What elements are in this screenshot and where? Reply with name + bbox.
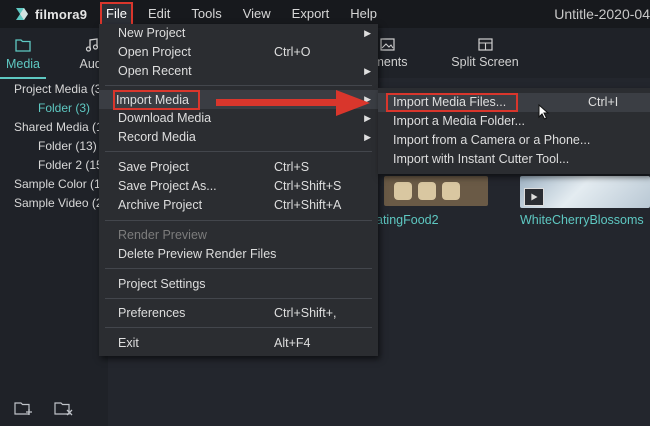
thumbnail-eating-food[interactable]: [384, 176, 488, 206]
music-note-icon: [85, 38, 99, 52]
menu-item-record-media[interactable]: Record Media ▶: [99, 128, 378, 147]
file-menu-dropdown: New Project ▶ Open Project Ctrl+O Open R…: [99, 24, 378, 356]
mouse-cursor-icon: [538, 104, 550, 120]
tree-item-sample-video[interactable]: Sample Video (2: [14, 194, 103, 213]
new-folder-icon[interactable]: [14, 400, 34, 416]
menu-item-label: Archive Project: [118, 198, 203, 212]
menu-file[interactable]: File: [100, 2, 133, 26]
menu-separator: [105, 151, 372, 152]
menu-item-delete-preview-render-files[interactable]: Delete Preview Render Files: [99, 245, 378, 264]
menu-item-open-project[interactable]: Open Project Ctrl+O: [99, 43, 378, 62]
menu-item-save-project-as[interactable]: Save Project As... Ctrl+Shift+S: [99, 177, 378, 196]
tree-item-folder-2[interactable]: Folder 2 (15: [14, 156, 103, 175]
menu-item-shortcut: Ctrl+Shift+,: [274, 306, 337, 320]
food-frame: [442, 182, 460, 200]
split-screen-icon: [477, 38, 493, 51]
menu-item-label: Render Preview: [118, 228, 207, 242]
tree-item-sample-color[interactable]: Sample Color (1: [14, 175, 103, 194]
menu-item-label: Save Project As...: [118, 179, 217, 193]
menu-item-label: Import with Instant Cutter Tool...: [393, 152, 570, 166]
tab-split-screen[interactable]: Split Screen: [450, 38, 520, 69]
folder-icon: [15, 39, 31, 52]
menu-item-label: Import from a Camera or a Phone...: [393, 133, 591, 147]
menu-item-label: Delete Preview Render Files: [118, 247, 277, 261]
thumbnail-label: WhiteCherryBlossoms: [520, 213, 644, 227]
submenu-arrow-icon: ▶: [364, 28, 371, 38]
menu-separator: [105, 327, 372, 328]
media-library-panel: Media Audi Project Media (3 Folder (3) S…: [0, 28, 108, 426]
folder-actions: [14, 400, 74, 416]
menu-item-save-project[interactable]: Save Project Ctrl+S: [99, 158, 378, 177]
menu-separator: [105, 220, 372, 221]
menu-item-label: Import a Media Folder...: [393, 114, 526, 128]
menu-item-shortcut: Ctrl+O: [274, 45, 311, 59]
filmora-logo-icon: [16, 8, 28, 20]
food-frame: [394, 182, 412, 200]
menu-item-project-settings[interactable]: Project Settings: [99, 275, 378, 294]
menu-item-open-recent[interactable]: Open Recent ▶: [99, 62, 378, 81]
submenu-arrow-icon: ▶: [364, 66, 371, 76]
menu-item-preferences[interactable]: Preferences Ctrl+Shift+,: [99, 304, 378, 323]
tree-item-folder-13[interactable]: Folder (13): [14, 137, 103, 156]
submenu-item-import-from-camera[interactable]: Import from a Camera or a Phone...: [378, 131, 650, 150]
menu-separator: [105, 298, 372, 299]
menu-separator: [105, 268, 372, 269]
menu-item-label: Import Media: [113, 90, 200, 110]
tab-media-label: Media: [5, 57, 41, 71]
menu-item-label: Preferences: [118, 306, 186, 320]
image-icon: [379, 38, 395, 51]
menu-item-exit[interactable]: Exit Alt+F4: [99, 334, 378, 353]
menu-help[interactable]: Help: [344, 4, 383, 24]
menu-separator: [105, 85, 372, 86]
tab-split-screen-label: Split Screen: [451, 55, 519, 69]
menu-item-label: New Project: [118, 26, 186, 40]
menu-item-shortcut: Ctrl+Shift+A: [274, 198, 342, 212]
annotation-arrow-icon: [216, 90, 370, 116]
window-title: Untitle-2020-04: [554, 6, 650, 22]
menu-item-shortcut: Ctrl+S: [274, 160, 310, 174]
menu-item-shortcut: Alt+F4: [274, 336, 311, 350]
media-tree: Project Media (3 Folder (3) Shared Media…: [14, 80, 103, 213]
menu-item-label: Open Project: [118, 45, 191, 59]
menu-item-label: Open Recent: [118, 64, 192, 78]
menu-export[interactable]: Export: [286, 4, 336, 24]
menu-item-archive-project[interactable]: Archive Project Ctrl+Shift+A: [99, 196, 378, 215]
food-frame: [418, 182, 436, 200]
menu-item-label: Save Project: [118, 160, 189, 174]
menu-item-shortcut: Ctrl+I: [588, 95, 619, 109]
menu-item-label: Record Media: [118, 130, 196, 144]
submenu-arrow-icon: ▶: [364, 132, 371, 142]
menu-tools[interactable]: Tools: [185, 4, 227, 24]
import-media-submenu: Import Media Files... Ctrl+I Import a Me…: [378, 88, 650, 174]
menu-item-label: Import Media Files...: [386, 93, 519, 112]
menu-item-label: Project Settings: [118, 277, 206, 291]
menu-edit[interactable]: Edit: [142, 4, 176, 24]
tree-item-shared-media[interactable]: Shared Media (1: [14, 118, 103, 137]
tree-item-project-media[interactable]: Project Media (3: [14, 80, 103, 99]
submenu-item-import-instant-cutter[interactable]: Import with Instant Cutter Tool...: [378, 150, 650, 169]
app-logo: filmora9: [14, 6, 98, 22]
menu-item-render-preview: Render Preview: [99, 226, 378, 245]
thumbnail-label: atingFood2: [376, 213, 439, 227]
menu-item-new-project[interactable]: New Project ▶: [99, 24, 378, 43]
menu-item-shortcut: Ctrl+Shift+S: [274, 179, 342, 193]
menu-item-label: Download Media: [118, 111, 212, 125]
submenu-item-import-media-files[interactable]: Import Media Files... Ctrl+I: [378, 93, 650, 112]
app-name: filmora9: [35, 6, 88, 22]
submenu-item-import-media-folder[interactable]: Import a Media Folder...: [378, 112, 650, 131]
menu-view[interactable]: View: [237, 4, 277, 24]
tree-item-folder-3[interactable]: Folder (3): [14, 99, 103, 118]
delete-folder-icon[interactable]: [54, 400, 74, 416]
menu-item-label: Exit: [118, 336, 139, 350]
video-icon: [524, 188, 544, 206]
tab-media[interactable]: Media: [0, 38, 46, 79]
